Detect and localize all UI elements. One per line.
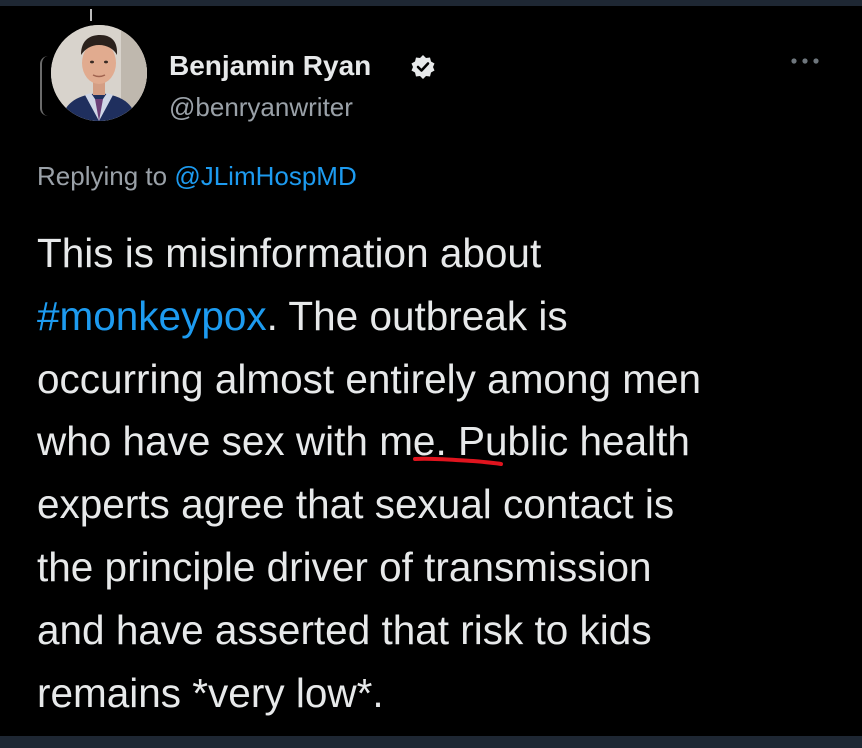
tweet-text: This is misinformation about #monkeypox.…: [37, 222, 837, 724]
tweet-text-line: experts agree that sexual contact is: [37, 481, 675, 528]
more-options-icon[interactable]: [788, 54, 822, 68]
tweet-text-line: remains *very low*.: [37, 669, 384, 716]
tweet-text-line: This is misinformation about: [37, 230, 542, 276]
avatar[interactable]: [51, 25, 147, 121]
author-handle[interactable]: @benryanwriter: [169, 92, 353, 123]
tweet-text-line: #monkeypox. The outbreak is: [37, 285, 837, 348]
tweet-card: Benjamin Ryan @benryanwriter Replying to…: [0, 6, 862, 736]
replying-to-label: Replying to: [37, 161, 168, 191]
tweet-text-line: and have asserted that risk to kids: [37, 606, 652, 653]
verified-badge-icon: [411, 55, 435, 79]
reply-mention-link[interactable]: @JLimHospMD: [174, 161, 356, 191]
tweet-text-fragment: who have sex with: [37, 418, 380, 465]
tweet-text-fragment: . The outbreak is: [266, 292, 568, 339]
hashtag-link[interactable]: #monkeypox: [37, 293, 267, 339]
screenshot-frame-bottom: [0, 736, 862, 748]
replying-to-line: Replying to @JLimHospMD: [37, 161, 357, 192]
cropped-ui-fragment: [90, 9, 92, 21]
red-underline-annotation: [413, 456, 503, 466]
author-display-name[interactable]: Benjamin Ryan: [169, 50, 371, 82]
cropped-ui-fragment: [40, 56, 48, 116]
tweet-text-line: the principle driver of transmission: [37, 543, 652, 590]
tweet-text-line: occurring almost entirely among men: [37, 355, 702, 402]
avatar-photo: [51, 25, 147, 121]
